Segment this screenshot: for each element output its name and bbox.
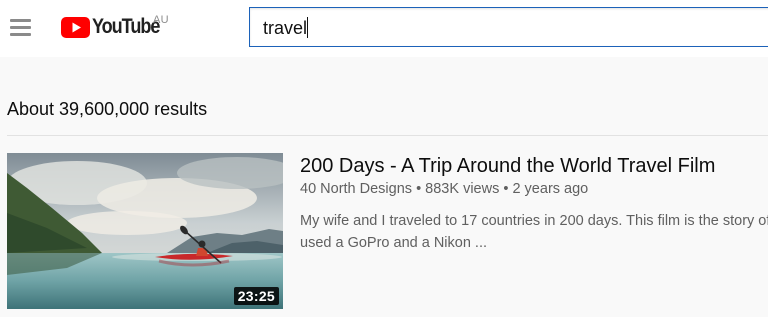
- video-metadata: 40 North Designs • 883K views • 2 years …: [300, 181, 588, 197]
- video-thumbnail[interactable]: 23:25: [7, 153, 283, 309]
- meta-separator: •: [503, 181, 509, 197]
- description-line: used a GoPro and a Nikon ...: [300, 235, 487, 251]
- video-description: My wife and I traveled to 17 countries i…: [300, 210, 768, 254]
- logo-wordmark: YouTube: [92, 15, 160, 38]
- upload-age: 2 years ago: [512, 181, 589, 197]
- description-line: My wife and I traveled to 17 countries i…: [300, 213, 768, 229]
- results-count: About 39,600,000 results: [7, 99, 208, 119]
- search-box[interactable]: [249, 7, 768, 47]
- masthead: YouTube AU: [0, 0, 768, 57]
- text-cursor: [307, 17, 308, 38]
- video-duration: 23:25: [233, 287, 279, 305]
- channel-name[interactable]: 40 North Designs: [300, 181, 412, 197]
- thumbnail-image: [7, 153, 283, 309]
- video-result[interactable]: 23:25 200 Days - A Trip Around the World…: [7, 153, 768, 309]
- divider: [7, 135, 768, 136]
- video-title[interactable]: 200 Days - A Trip Around the World Trave…: [300, 155, 715, 178]
- meta-separator: •: [416, 181, 422, 197]
- search-input[interactable]: [263, 16, 763, 40]
- hamburger-menu-icon[interactable]: [9, 17, 33, 37]
- view-count: 883K views: [425, 181, 500, 197]
- region-label: AU: [153, 14, 169, 26]
- youtube-play-icon: [61, 17, 90, 38]
